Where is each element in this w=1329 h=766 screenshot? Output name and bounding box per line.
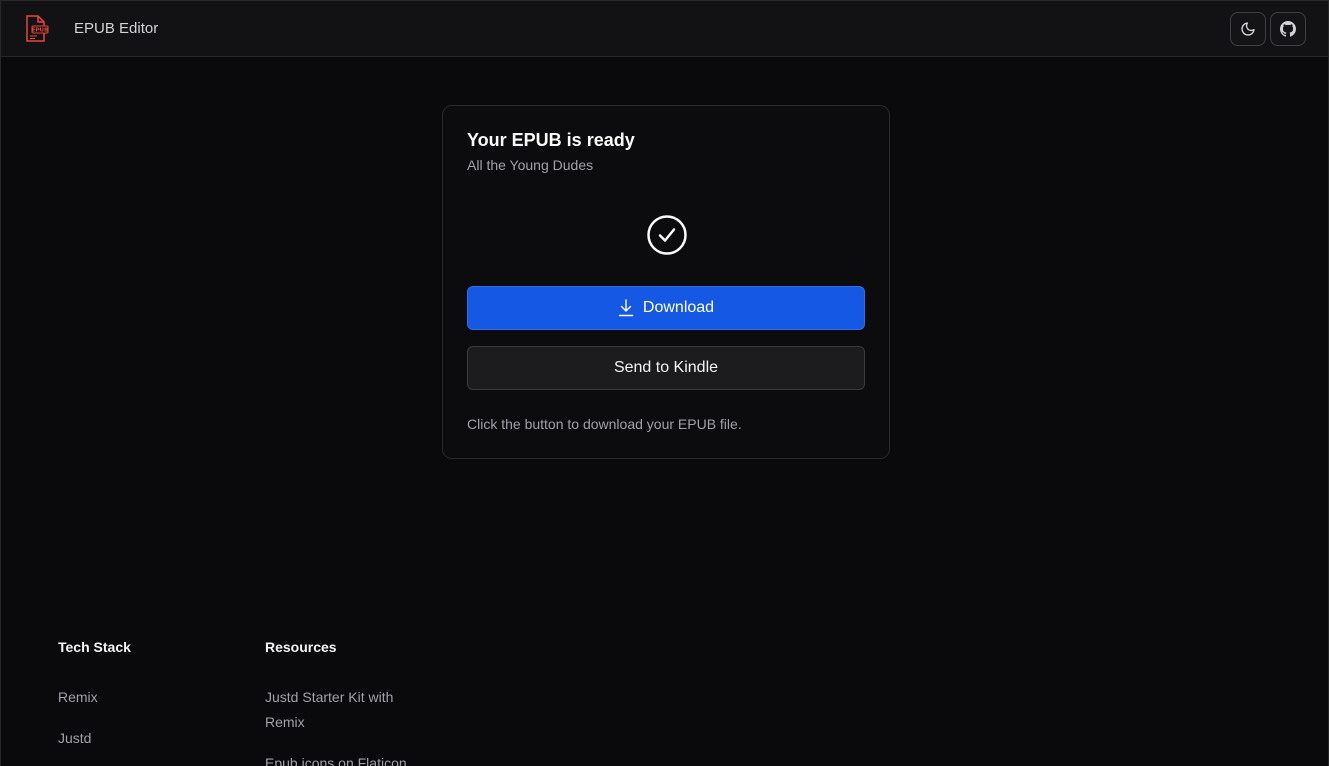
app-window: EPUB EPUB Editor Your EPUB is ready All … bbox=[0, 0, 1329, 766]
footer-heading-resources: Resources bbox=[265, 639, 337, 655]
download-icon bbox=[618, 299, 634, 317]
send-to-kindle-button[interactable]: Send to Kindle bbox=[467, 346, 865, 390]
download-hint: Click the button to download your EPUB f… bbox=[467, 416, 742, 432]
card-title: Your EPUB is ready bbox=[467, 130, 635, 150]
footer-link-justd-starter-kit[interactable]: Justd Starter Kit with Remix bbox=[265, 685, 435, 735]
app-title[interactable]: EPUB Editor bbox=[74, 20, 158, 37]
github-button[interactable] bbox=[1270, 12, 1306, 46]
download-button[interactable]: Download bbox=[467, 286, 865, 330]
check-circle-icon bbox=[646, 214, 688, 256]
footer-resources: Resources Justd Starter Kit with Remix E… bbox=[265, 639, 435, 766]
epub-logo-icon[interactable]: EPUB bbox=[23, 15, 49, 43]
footer-heading-tech-stack: Tech Stack bbox=[58, 639, 131, 655]
send-to-kindle-label: Send to Kindle bbox=[613, 359, 719, 376]
epub-ready-card: Your EPUB is ready All the Young Dudes D… bbox=[442, 105, 890, 459]
svg-text:EPUB: EPUB bbox=[32, 28, 48, 34]
footer-link-remix[interactable]: Remix bbox=[58, 685, 131, 710]
download-label: Download bbox=[642, 299, 715, 316]
footer-link-justd[interactable]: Justd bbox=[58, 726, 131, 751]
navbar: EPUB EPUB Editor bbox=[1, 1, 1328, 57]
footer-tech-stack: Tech Stack Remix Justd bbox=[58, 639, 131, 766]
theme-toggle-button[interactable] bbox=[1230, 12, 1266, 46]
footer-link-epub-icons[interactable]: Epub icons on Flaticon bbox=[265, 751, 435, 766]
github-icon bbox=[1280, 21, 1296, 37]
book-title: All the Young Dudes bbox=[467, 157, 594, 173]
moon-icon bbox=[1241, 22, 1255, 36]
